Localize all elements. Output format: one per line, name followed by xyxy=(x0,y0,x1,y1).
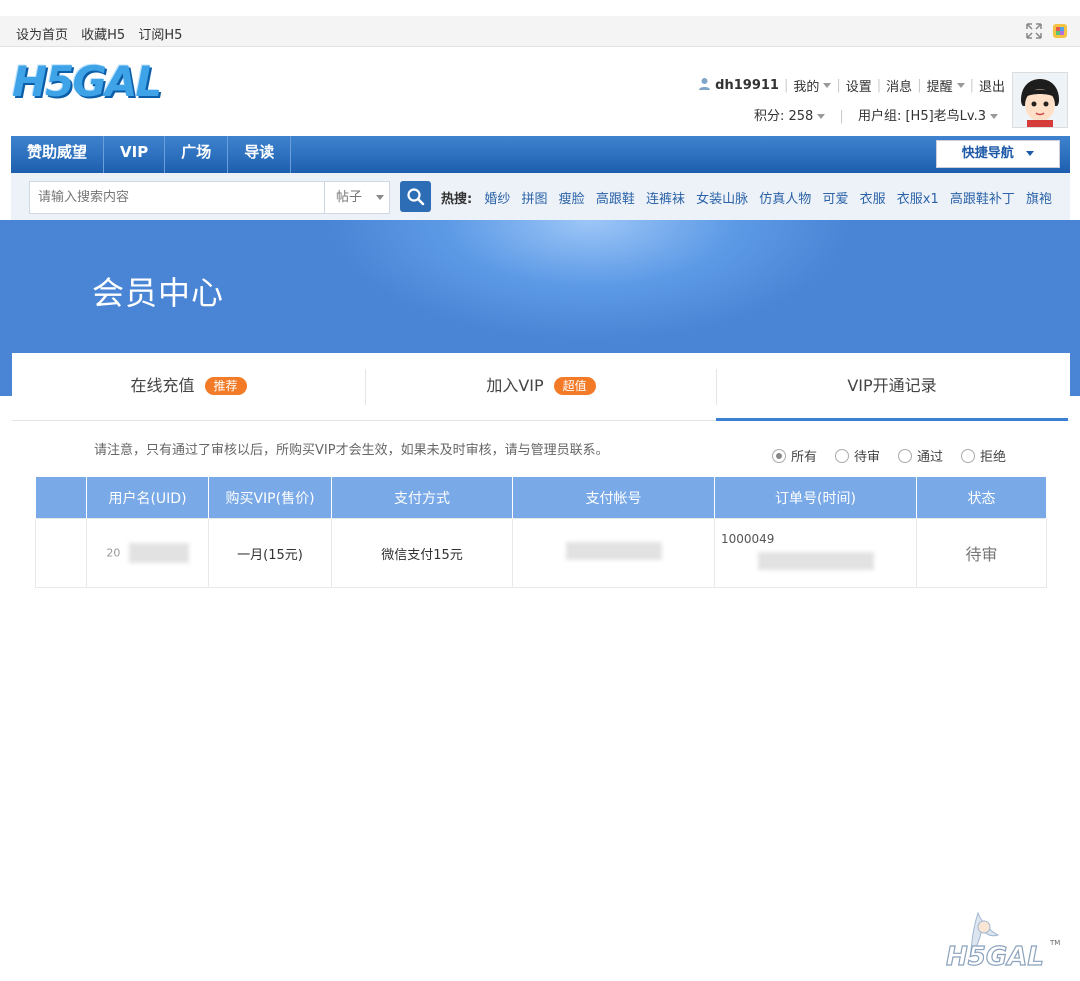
main-nav: 赞助威望 VIP 广场 导读 快捷导航 xyxy=(11,136,1070,173)
hot-tag[interactable]: 连裤袜 xyxy=(646,192,685,207)
site-watermark: H5GAL TM xyxy=(942,907,1062,975)
svg-text:H5GAL: H5GAL xyxy=(946,942,1044,972)
hot-tag[interactable]: 婚纱 xyxy=(484,192,510,207)
chevron-down-icon xyxy=(1026,151,1035,156)
cell-account xyxy=(512,518,715,588)
search-input[interactable]: 请输入搜索内容 xyxy=(29,181,325,214)
hot-tag[interactable]: 高跟鞋补丁 xyxy=(950,192,1015,207)
search-bar: 请输入搜索内容 帖子 热搜: 婚纱 拼图 瘦脸 高跟鞋 连裤袜 女装山脉 仿真人… xyxy=(11,173,1070,220)
avatar[interactable] xyxy=(1012,72,1068,128)
color-palette-icon[interactable] xyxy=(1052,23,1068,43)
member-tabs: 在线充值 推荐 加入VIP 超值 VIP开通记录 xyxy=(12,353,1070,421)
col-header-order: 订单号(时间) xyxy=(714,476,917,519)
nav-guide[interactable]: 导读 xyxy=(228,136,292,173)
col-header-payment: 支付方式 xyxy=(331,476,513,519)
table-row: 20 一月(15元) 微信支付15元 1000049 待审 xyxy=(35,518,1047,588)
score[interactable]: 积分: 258 xyxy=(754,109,813,124)
tab-recharge[interactable]: 在线充值 推荐 xyxy=(12,353,365,421)
cell-uid: 20 xyxy=(86,518,209,588)
value-badge: 超值 xyxy=(553,376,596,395)
radio-icon xyxy=(898,448,913,463)
subscribe-link[interactable]: 订阅H5 xyxy=(138,28,182,43)
hot-tag[interactable]: 瘦脸 xyxy=(559,192,585,207)
chevron-down-icon xyxy=(990,114,998,119)
hot-tag[interactable]: 拼图 xyxy=(522,192,548,207)
recommend-badge: 推荐 xyxy=(204,376,247,395)
status-filter: 所有 待审 通过 拒绝 xyxy=(772,446,1024,465)
chevron-down-icon xyxy=(817,114,826,119)
vip-records-table: 用户名(UID) 购买VIP(售价) 支付方式 支付帐号 订单号(时间) 状态 … xyxy=(35,476,1047,588)
quick-nav-button[interactable]: 快捷导航 xyxy=(936,140,1060,168)
filter-pending[interactable]: 待审 xyxy=(835,446,880,465)
search-button[interactable] xyxy=(400,181,431,212)
top-utility-bar: 设为首页 收藏H5 订阅H5 xyxy=(0,16,1080,47)
hot-tag[interactable]: 旗袍 xyxy=(1026,192,1052,207)
user-icon xyxy=(698,77,711,94)
col-header-account: 支付帐号 xyxy=(512,476,715,519)
radio-checked-icon xyxy=(772,448,786,463)
cell-payment: 微信支付15元 xyxy=(331,518,513,588)
usergroup[interactable]: 用户组: [H5]老鸟Lv.3 xyxy=(858,109,986,124)
menu-reminders[interactable]: 提醒 xyxy=(927,76,953,95)
search-type-select[interactable]: 帖子 xyxy=(324,181,390,214)
svg-text:TM: TM xyxy=(1049,939,1060,947)
cell-vip: 一月(15元) xyxy=(208,518,332,588)
col-header xyxy=(35,476,87,519)
nav-vip[interactable]: VIP xyxy=(104,136,166,173)
hot-searches: 热搜: 婚纱 拼图 瘦脸 高跟鞋 连裤袜 女装山脉 仿真人物 可爱 衣服 衣服x… xyxy=(441,188,1059,207)
col-header-status: 状态 xyxy=(916,476,1047,519)
tab-join-vip[interactable]: 加入VIP 超值 xyxy=(366,353,716,421)
fullscreen-icon[interactable] xyxy=(1026,23,1042,43)
filter-approved[interactable]: 通过 xyxy=(898,446,943,465)
radio-icon xyxy=(835,448,850,463)
tab-vip-records[interactable]: VIP开通记录 xyxy=(716,353,1068,421)
favorite-link[interactable]: 收藏H5 xyxy=(81,28,125,43)
menu-messages[interactable]: 消息 xyxy=(886,76,912,95)
filter-rejected[interactable]: 拒绝 xyxy=(961,446,1006,465)
menu-logout[interactable]: 退出 xyxy=(979,76,1005,95)
nav-square[interactable]: 广场 xyxy=(165,136,229,173)
site-logo[interactable]: H5GAL xyxy=(12,57,184,107)
hot-tag[interactable]: 高跟鞋 xyxy=(596,192,635,207)
user-stats: 积分: 258 | 用户组: [H5]老鸟Lv.3 xyxy=(754,105,998,124)
set-home-link[interactable]: 设为首页 xyxy=(16,28,68,43)
hot-tag[interactable]: 可爱 xyxy=(822,192,848,207)
filter-all[interactable]: 所有 xyxy=(772,446,817,465)
hot-tag[interactable]: 衣服x1 xyxy=(897,192,939,207)
menu-settings[interactable]: 设置 xyxy=(846,76,872,95)
col-header-vip: 购买VIP(售价) xyxy=(208,476,332,519)
hot-label: 热搜: xyxy=(441,192,473,207)
hot-tag[interactable]: 衣服 xyxy=(860,192,886,207)
cell-blank xyxy=(35,518,87,588)
username[interactable]: dh19911 xyxy=(715,78,779,93)
chevron-down-icon xyxy=(376,195,385,200)
member-panel: 在线充值 推荐 加入VIP 超值 VIP开通记录 请注意，只有通过了审核以后，所购买… xyxy=(12,353,1070,981)
user-menu: dh19911 | 我的 | 设置 | 消息 | 提醒 | 退出 xyxy=(698,76,1005,95)
notice-text: 请注意，只有通过了审核以后，所购买VIP才会生效，如果未及时审核，请与管理员联系… xyxy=(94,443,609,458)
chevron-down-icon xyxy=(823,83,832,88)
radio-icon xyxy=(961,448,976,463)
site-header: H5GAL dh19911 | 我的 | 设置 | 消息 | 提醒 | 退出 积… xyxy=(0,47,1080,136)
search-icon xyxy=(400,188,431,216)
col-header-uid: 用户名(UID) xyxy=(86,476,209,519)
hot-tag[interactable]: 女装山脉 xyxy=(696,192,748,207)
nav-sponsor[interactable]: 赞助威望 xyxy=(11,136,105,173)
cell-order: 1000049 xyxy=(714,518,917,588)
table-header-row: 用户名(UID) 购买VIP(售价) 支付方式 支付帐号 订单号(时间) 状态 xyxy=(35,476,1047,519)
menu-my[interactable]: 我的 xyxy=(793,76,819,95)
page-title: 会员中心 xyxy=(92,274,225,312)
status-badge: 待审 xyxy=(916,518,1047,588)
chevron-down-icon xyxy=(956,83,965,88)
hot-tag[interactable]: 仿真人物 xyxy=(759,192,811,207)
